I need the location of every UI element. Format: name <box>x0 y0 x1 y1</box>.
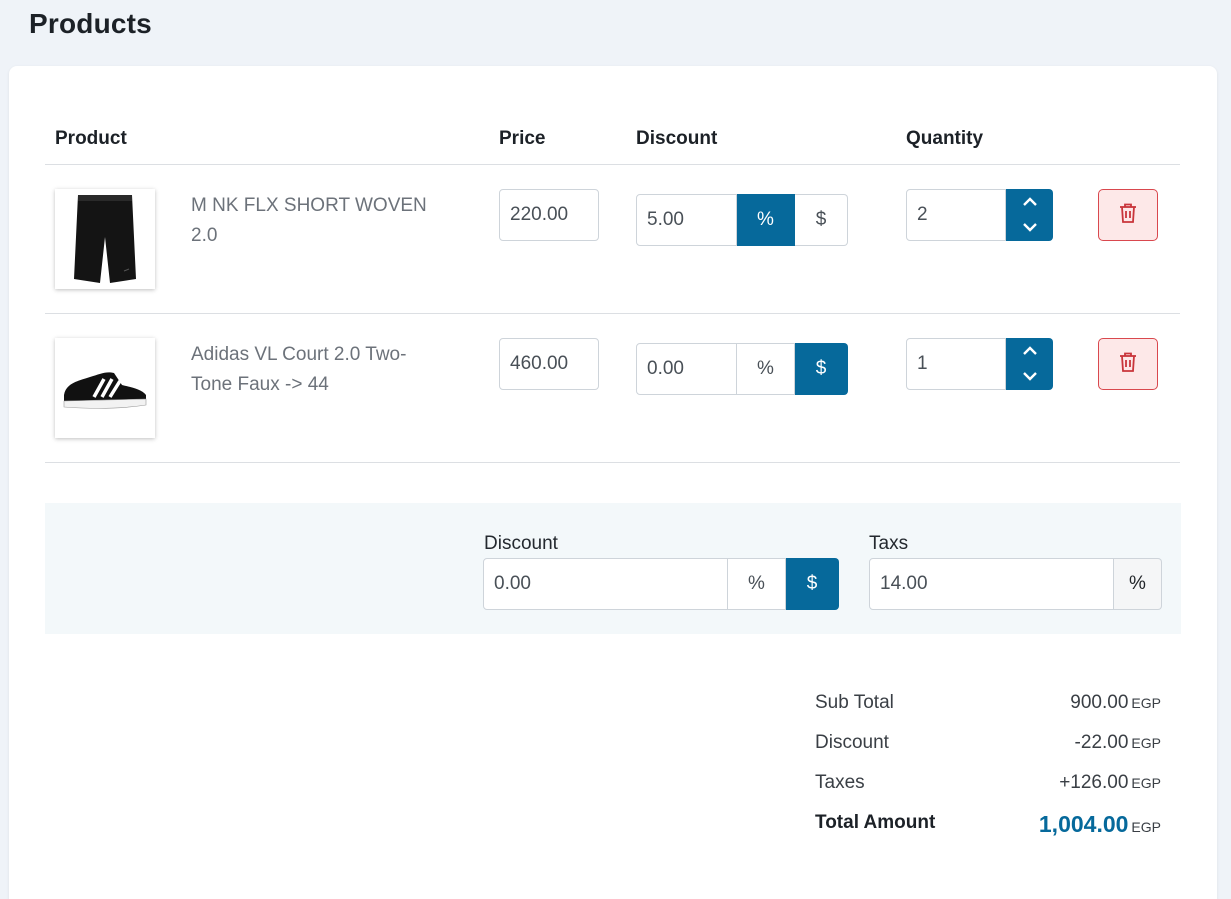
price-input[interactable]: 460.00 <box>499 338 599 390</box>
quantity-stepper: 2 <box>906 189 1053 241</box>
total-amount-value: 1,004.00 EGP <box>1039 811 1161 838</box>
column-header-discount: Discount <box>636 128 718 149</box>
column-header-quantity: Quantity <box>906 128 984 149</box>
currency-label: EGP <box>1131 819 1161 835</box>
discount-input[interactable]: 5.00 <box>636 194 737 246</box>
total-amount: 1,004.00 <box>1038 811 1129 837</box>
discount-control: 0.00 % $ <box>636 343 848 395</box>
taxes-total-label: Taxes <box>815 772 865 793</box>
products-card: Product Price Discount Quantity M NK FLX… <box>9 66 1217 899</box>
chevron-down-icon[interactable] <box>1022 219 1037 237</box>
delete-row-button[interactable] <box>1098 338 1158 390</box>
sub-total-value: 900.00 EGP <box>1070 692 1161 714</box>
product-name: Adidas VL Court 2.0 Two-Tone Faux -> 44 <box>191 344 407 395</box>
currency-label: EGP <box>1131 735 1161 751</box>
delete-row-button[interactable] <box>1098 189 1158 241</box>
sub-total-amount: 900.00 <box>1070 692 1129 713</box>
header-divider <box>45 164 1180 165</box>
row-divider <box>45 313 1180 314</box>
product-name: M NK FLX SHORT WOVEN 2.0 <box>191 195 427 246</box>
discount-percent-button[interactable]: % <box>737 343 795 395</box>
taxes-unit-addon: % <box>1114 558 1162 610</box>
chevron-up-icon[interactable] <box>1022 193 1037 211</box>
discount-total-value: -22.00 EGP <box>1075 732 1161 754</box>
stepper-buttons <box>1006 338 1053 390</box>
discount-fixed-button[interactable]: $ <box>795 343 848 395</box>
quantity-input[interactable]: 2 <box>906 189 1006 241</box>
quantity-input[interactable]: 1 <box>906 338 1006 390</box>
currency-label: EGP <box>1131 695 1161 711</box>
discount-total-label: Discount <box>815 732 889 753</box>
order-discount-control: 0.00 % $ <box>483 558 839 610</box>
discount-percent-button[interactable]: % <box>737 194 795 246</box>
currency-label: EGP <box>1131 775 1161 791</box>
order-discount-input[interactable]: 0.00 <box>483 558 728 610</box>
price-input[interactable]: 220.00 <box>499 189 599 241</box>
column-header-product: Product <box>55 128 127 149</box>
shorts-image <box>55 189 155 289</box>
chevron-up-icon[interactable] <box>1022 342 1037 360</box>
discount-control: 5.00 % $ <box>636 194 848 246</box>
row-divider <box>45 462 1180 463</box>
total-amount-label: Total Amount <box>815 812 936 833</box>
chevron-down-icon[interactable] <box>1022 368 1037 386</box>
taxes-total-value: +126.00 EGP <box>1059 772 1161 794</box>
page-title: Products <box>29 8 152 39</box>
stepper-buttons <box>1006 189 1053 241</box>
order-discount-label: Discount <box>484 533 558 554</box>
column-header-price: Price <box>499 128 546 149</box>
sneaker-image <box>55 338 155 438</box>
trash-icon <box>1118 351 1138 378</box>
taxes-amount: +126.00 <box>1059 772 1129 793</box>
order-discount-percent-button[interactable]: % <box>728 558 786 610</box>
taxes-input[interactable]: 14.00 <box>869 558 1114 610</box>
discount-amount: -22.00 <box>1074 732 1129 753</box>
taxes-control: 14.00 % <box>869 558 1162 610</box>
discount-input[interactable]: 0.00 <box>636 343 737 395</box>
quantity-stepper: 1 <box>906 338 1053 390</box>
discount-fixed-button[interactable]: $ <box>795 194 848 246</box>
order-discount-fixed-button[interactable]: $ <box>786 558 839 610</box>
trash-icon <box>1118 202 1138 229</box>
taxes-label: Taxs <box>869 533 909 554</box>
sub-total-label: Sub Total <box>815 692 894 713</box>
